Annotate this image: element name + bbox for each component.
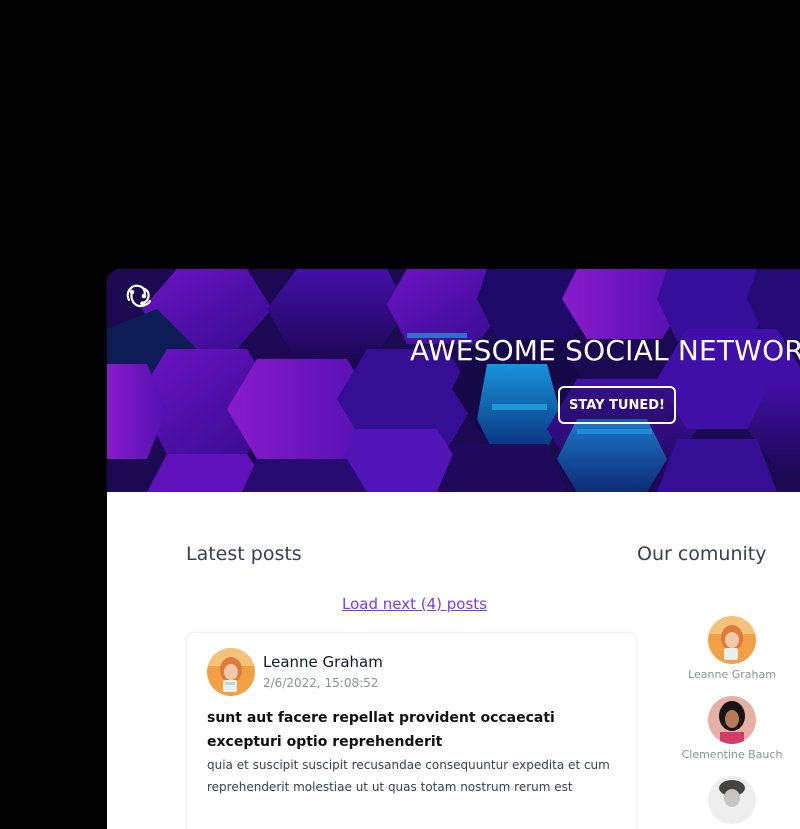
latest-posts-title: Latest posts — [186, 543, 302, 565]
member-name[interactable]: Clementine Bauch — [662, 748, 800, 761]
redux-logo-icon[interactable] — [121, 279, 155, 313]
community-member[interactable] — [662, 776, 800, 828]
post-author[interactable]: Leanne Graham — [263, 653, 383, 671]
member-avatar[interactable] — [708, 776, 756, 824]
post-title: sunt aut facere repellat provident occae… — [207, 710, 555, 750]
app-window: AWESOME SOCIAL NETWORK STAY TUNED! Lates… — [107, 269, 800, 829]
community-member[interactable]: Leanne Graham — [662, 616, 800, 681]
community-title: Our comunity — [637, 543, 767, 565]
hero-title: AWESOME SOCIAL NETWORK — [410, 334, 800, 367]
hero-banner: AWESOME SOCIAL NETWORK STAY TUNED! — [107, 269, 800, 492]
community-member[interactable]: Clementine Bauch — [662, 696, 800, 761]
post-card[interactable]: Leanne Graham 2/6/2022, 15:08:52 sunt au… — [186, 632, 637, 829]
member-avatar[interactable] — [708, 616, 756, 664]
hero-background-image — [107, 269, 800, 492]
stay-tuned-button[interactable]: STAY TUNED! — [558, 386, 676, 424]
post-body: quia et suscipit suscipit recusandae con… — [207, 758, 610, 794]
load-next-posts-link[interactable]: Load next (4) posts — [342, 595, 487, 613]
member-avatar[interactable] — [708, 696, 756, 744]
author-avatar[interactable] — [207, 648, 255, 696]
member-name[interactable]: Leanne Graham — [662, 668, 800, 681]
post-date: 2/6/2022, 15:08:52 — [263, 676, 379, 690]
